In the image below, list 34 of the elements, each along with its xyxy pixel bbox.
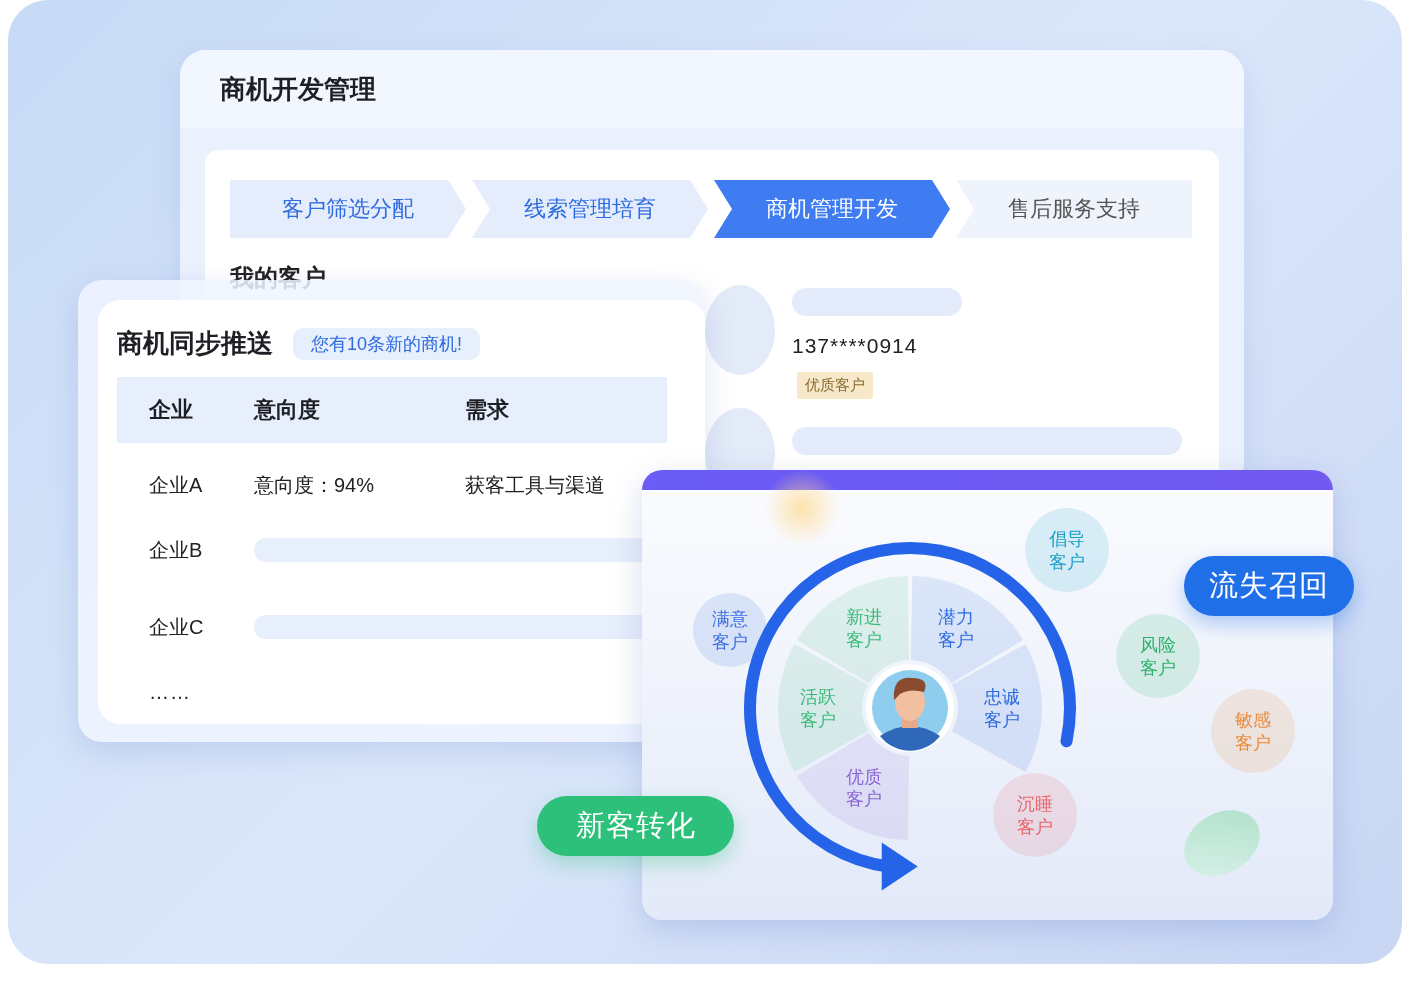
- phone-number: 137****0914: [792, 334, 918, 358]
- section-title: 我的客户: [230, 263, 326, 293]
- window-title: 商机开发管理: [220, 72, 376, 106]
- stage-label: 流失召回: [1184, 556, 1354, 616]
- bubble-label: 敏感客户: [1234, 708, 1272, 754]
- column-header: 企业: [149, 396, 194, 424]
- column-header: 需求: [465, 396, 510, 424]
- bubble-label: 满意客户: [711, 607, 749, 653]
- card-title: 商机同步推送: [117, 327, 273, 360]
- step-tab[interactable]: 售后服务支持: [956, 180, 1192, 238]
- bubble-label: 倡导客户: [1048, 527, 1086, 573]
- segment-label: 忠诚客户: [983, 685, 1021, 731]
- person-avatar-icon: [866, 664, 954, 752]
- step-tab[interactable]: 客户筛选分配: [230, 180, 466, 238]
- table-cell-text: 企业C: [149, 614, 205, 640]
- step-tab[interactable]: 商机管理开发: [714, 180, 950, 238]
- table-cell-text: 企业A: [149, 472, 204, 498]
- bubble-label: 沉睡客户: [1016, 792, 1054, 838]
- table-cell-text: 企业B: [149, 537, 204, 563]
- bubble-label: 风险客户: [1139, 633, 1177, 679]
- more-ellipsis: ……: [148, 681, 192, 704]
- glow-dot-icon: [764, 470, 840, 546]
- table-cell-text: 获客工具与渠道: [465, 472, 606, 498]
- table-cell-text: 意向度：94%: [254, 472, 376, 498]
- segment-label: 优质客户: [845, 765, 883, 811]
- leaf-shape-icon: [1184, 810, 1260, 876]
- step-tab[interactable]: 线索管理培育: [472, 180, 708, 238]
- customer-tag: 优质客户: [797, 372, 873, 399]
- segment-label: 潜力客户: [937, 605, 975, 651]
- notice-badge: 您有10条新的商机!: [293, 327, 481, 360]
- column-header: 意向度: [254, 396, 321, 424]
- stage-label: 新客转化: [537, 796, 734, 856]
- segment-label: 新进客户: [845, 605, 883, 651]
- segment-label: 活跃客户: [799, 685, 837, 731]
